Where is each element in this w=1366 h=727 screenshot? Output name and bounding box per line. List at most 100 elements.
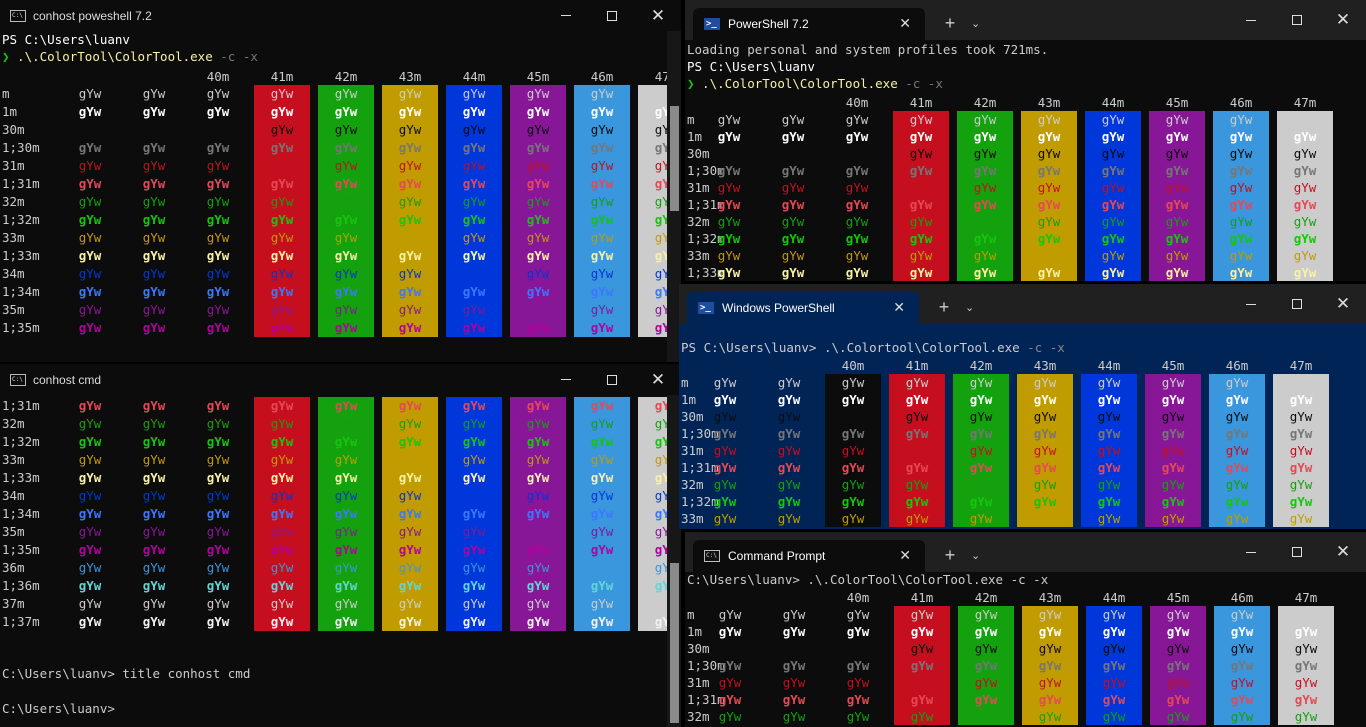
minimize-button[interactable] [1228,532,1274,572]
sample-cell: gYw [318,247,374,265]
sample-cell: gYw [781,146,805,161]
maximize-button[interactable] [1274,284,1320,324]
color-row: 1;31mgYwgYwgYwgYwgYwgYwgYwgYwgYwgYw [0,175,667,193]
sample-cell: gYw [958,606,1014,623]
row-label: 1;32m [2,212,40,227]
sample-cell: gYw [446,85,502,103]
dropdown-chevron-icon[interactable]: ⌄ [971,549,980,562]
terminal-content[interactable]: PS C:\Users\luanv> .\.Colortool\ColorToo… [679,324,1366,529]
sample-cell: gYw [190,175,246,193]
terminal-content[interactable]: PS C:\Users\luanv ❯ .\.ColorTool\ColorTo… [0,31,667,362]
terminal-content[interactable]: Loading personal and system profiles too… [685,40,1366,281]
close-button[interactable]: ✕ [635,0,681,31]
minimize-button[interactable] [1228,0,1274,40]
new-tab-button[interactable]: + [933,297,955,318]
bg-header-46m: 46m [1225,358,1249,373]
sample-cell: gYw [638,613,667,631]
bg-header-47m: 47m [1289,358,1313,373]
sample-cell: gYw [957,196,1013,213]
row-label: m [687,607,695,622]
sample-cell: gYw [1273,459,1329,476]
tab-close-icon[interactable]: ✕ [893,299,905,316]
maximize-button[interactable] [1274,532,1320,572]
sample-cell: gYw [1209,425,1265,442]
sample-cell: gYw [1209,476,1265,493]
sample-cell: gYw [382,247,438,265]
sample-cell: gYw [1277,162,1333,179]
sample-cell: gYw [1213,230,1269,247]
sample-cell: gYw [957,145,1013,162]
tab-close-icon[interactable]: ✕ [899,15,911,32]
minimize-button[interactable] [543,364,589,395]
sample-cell: gYw [1213,179,1269,196]
sample-cell: gYw [1081,493,1137,510]
sample-cell: gYw [717,112,741,127]
sample-cell: gYw [254,487,310,505]
sample-cell: gYw [953,459,1009,476]
sample-cell: gYw [78,86,102,101]
title-bar[interactable]: C:\ conhost cmd ✕ [0,364,681,395]
dropdown-chevron-icon[interactable]: ⌄ [965,301,974,314]
bg-header-47m: 47m [1294,590,1318,605]
sample-cell: gYw [446,103,502,121]
row-label: 35m [2,302,25,317]
dropdown-chevron-icon[interactable]: ⌄ [971,17,980,30]
new-tab-button[interactable]: + [939,545,961,566]
sample-cell: gYw [510,595,566,613]
sample-cell: gYw [446,265,502,283]
scrollbar-thumb[interactable] [670,106,679,211]
terminal-content[interactable]: C:\Users\luanv> .\.ColorTool\ColorTool.e… [685,572,1366,727]
row-label: m [681,375,689,390]
tab-bar[interactable]: >_ Windows PowerShell ✕ + ⌄ ✕ [679,284,1366,324]
close-button[interactable]: ✕ [1320,284,1366,324]
sample-cell: gYw [190,229,246,247]
maximize-button[interactable] [589,364,635,395]
sample-cell: gYw [142,614,166,629]
sample-cell: gYw [889,374,945,391]
minimize-button[interactable] [543,0,589,31]
tab-bar[interactable]: >_ PowerShell 7.2 ✕ + ⌄ ✕ [685,0,1366,40]
scrollbar-thumb[interactable] [670,563,679,723]
maximize-button[interactable] [589,0,635,31]
sample-cell: gYw [825,408,881,425]
close-button[interactable]: ✕ [635,364,681,395]
bg-header-40m: 40m [845,95,869,110]
sample-cell: gYw [78,230,102,245]
maximize-icon [607,374,617,385]
sample-cell: gYw [1021,128,1077,145]
sample-cell: gYw [78,452,102,467]
sample-cell: gYw [1213,196,1269,213]
close-button[interactable]: ✕ [1320,532,1366,572]
title-bar[interactable]: C:\ conhost poweshell 7.2 ✕ [0,0,681,31]
sample-cell: gYw [1086,708,1142,725]
terminal-content[interactable]: C:\Users\luanv> title conhost cmd C:\Use… [0,395,667,727]
bg-header-46m: 46m [1230,590,1254,605]
sample-cell: gYw [638,175,667,193]
tab-windows-powershell[interactable]: >_ Windows PowerShell ✕ [687,292,919,324]
minimize-button[interactable] [1228,284,1274,324]
sample-cell: gYw [78,416,102,431]
sample-cell: gYw [190,193,246,211]
tab-powershell[interactable]: >_ PowerShell 7.2 ✕ [693,8,925,40]
maximize-button[interactable] [1274,0,1320,40]
sample-cell: gYw [446,595,502,613]
row-label: 35m [2,524,25,539]
sample-cell: gYw [718,641,742,656]
tab-command-prompt[interactable]: C:\ Command Prompt ✕ [693,540,925,572]
sample-cell: gYw [1209,391,1265,408]
close-button[interactable]: ✕ [1320,0,1366,40]
sample-cell: gYw [78,398,102,413]
sample-cell: gYw [510,229,566,247]
sample-cell: gYw [717,197,741,212]
new-tab-button[interactable]: + [939,13,961,34]
tab-close-icon[interactable]: ✕ [899,547,911,564]
sample-cell: gYw [829,111,885,128]
sample-cell: gYw [446,433,502,451]
sample-cell: gYw [382,613,438,631]
sample-cell: gYw [142,524,166,539]
sample-cell: gYw [318,319,374,337]
sample-cell: gYw [254,265,310,283]
sample-cell: gYw [1273,510,1329,527]
tab-bar[interactable]: C:\ Command Prompt ✕ + ⌄ ✕ [685,532,1366,572]
sample-cell: gYw [318,613,374,631]
